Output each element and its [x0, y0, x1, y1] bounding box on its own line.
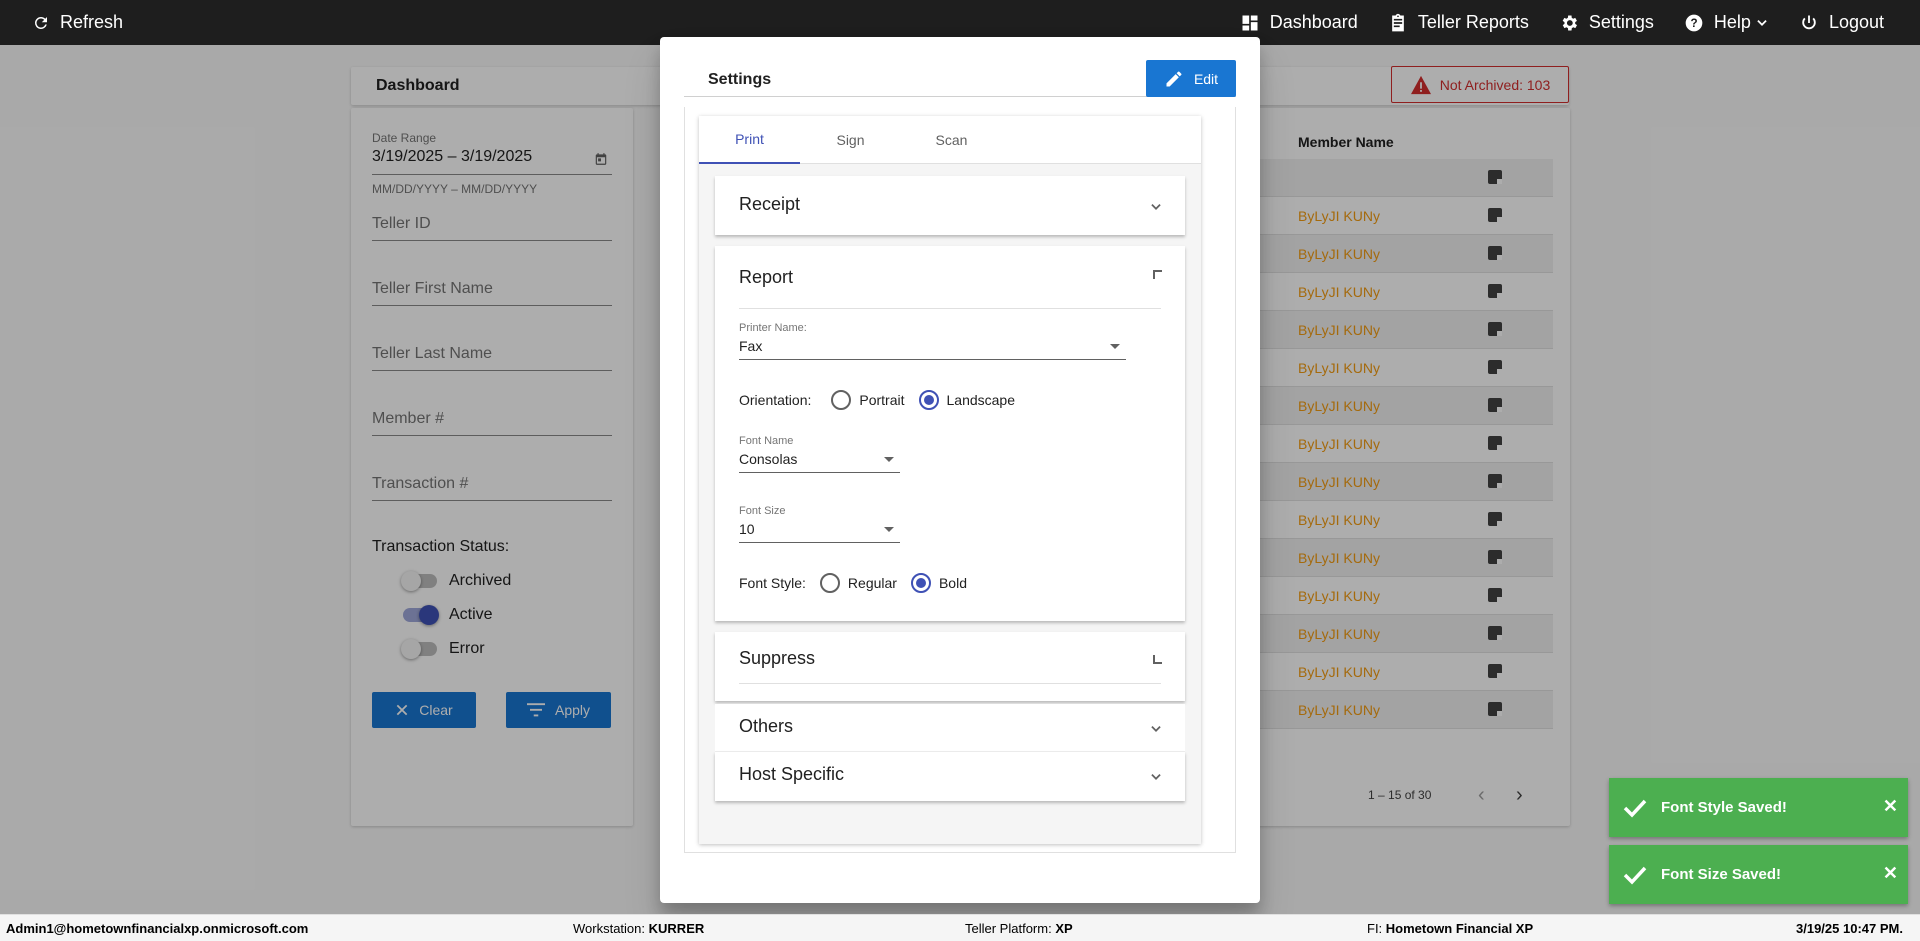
panel-host-specific[interactable]: Host Specific — [715, 752, 1185, 801]
orientation-label: Orientation: — [739, 392, 812, 408]
panel-others-title: Others — [739, 716, 794, 736]
workstation-label: Workstation: — [573, 921, 646, 936]
printer-name-select[interactable]: Fax — [739, 336, 1126, 360]
dropdown-arrow-icon — [1110, 344, 1120, 349]
status-workstation: Workstation: KURRER — [573, 921, 704, 936]
refresh-icon — [34, 16, 47, 29]
toast-message: Font Size Saved! — [1661, 866, 1782, 883]
tab-bar: Print Sign Scan — [699, 116, 1201, 164]
platform-value: XP — [1055, 921, 1073, 936]
toast-font-style-saved: Font Style Saved! ✕ — [1609, 778, 1908, 837]
dialog-title: Settings — [708, 71, 772, 88]
status-platform: Teller Platform: XP — [965, 921, 1073, 936]
toast-font-size-saved: Font Size Saved! ✕ — [1609, 845, 1908, 904]
expand-corner-icon — [1153, 655, 1162, 664]
nav-help-label: Help — [1713, 12, 1751, 32]
nav-logout[interactable]: Logout — [1799, 0, 1884, 45]
font-name-select[interactable]: Consolas — [739, 449, 900, 473]
panel-host-specific-title: Host Specific — [739, 764, 845, 784]
tab-scan[interactable]: Scan — [901, 116, 1002, 164]
font-size-label: Font Size — [739, 505, 786, 517]
check-icon — [1623, 799, 1647, 818]
font-size-select[interactable]: 10 — [739, 519, 900, 543]
edit-button[interactable]: Edit — [1146, 60, 1236, 97]
font-size-value: 10 — [739, 521, 755, 537]
power-icon — [1802, 15, 1816, 29]
clipboard-icon — [1391, 13, 1404, 31]
radio-portrait[interactable] — [831, 390, 852, 410]
chevron-down-icon — [1151, 204, 1161, 210]
radio-bold-label[interactable]: Bold — [939, 575, 967, 591]
panel-report: Report Printer Name: Fax Orientation: Po… — [715, 246, 1185, 621]
panel-suppress[interactable]: Suppress — [715, 632, 1185, 701]
pencil-icon — [1166, 70, 1182, 86]
dashboard-icon — [1242, 15, 1258, 30]
orientation-group: Orientation: Portrait Landscape — [739, 390, 1015, 410]
refresh-button[interactable]: Refresh — [32, 0, 123, 45]
printer-name-value: Fax — [739, 338, 763, 354]
radio-landscape[interactable] — [918, 390, 939, 410]
edit-label: Edit — [1193, 70, 1219, 87]
radio-regular[interactable] — [819, 573, 840, 593]
platform-label: Teller Platform: — [965, 921, 1052, 936]
radio-regular-label[interactable]: Regular — [848, 575, 897, 591]
refresh-label: Refresh — [60, 12, 124, 32]
nav-settings-label: Settings — [1588, 12, 1654, 32]
tab-sign[interactable]: Sign — [800, 116, 901, 164]
nav-logout-label: Logout — [1828, 12, 1884, 32]
font-name-value: Consolas — [739, 451, 798, 467]
font-name-label: Font Name — [739, 435, 794, 447]
radio-portrait-label[interactable]: Portrait — [859, 392, 904, 408]
panel-suppress-title: Suppress — [739, 648, 816, 668]
dropdown-arrow-icon — [884, 457, 894, 462]
status-datetime: 3/19/25 10:47 PM. — [1796, 921, 1903, 936]
panel-others[interactable]: Others — [715, 704, 1185, 752]
chevron-down-icon — [1151, 774, 1161, 780]
chevron-down-icon — [1757, 19, 1767, 26]
dropdown-arrow-icon — [884, 527, 894, 532]
panel-report-title[interactable]: Report — [739, 267, 793, 288]
nav-teller-reports[interactable]: Teller Reports — [1388, 0, 1529, 45]
help-icon: ? — [1685, 14, 1703, 31]
radio-landscape-label[interactable]: Landscape — [947, 392, 1016, 408]
gear-icon — [1562, 15, 1577, 30]
tab-print[interactable]: Print — [699, 116, 800, 164]
collapse-icon[interactable] — [1153, 270, 1163, 280]
fi-label: FI: — [1367, 921, 1383, 936]
svg-text:?: ? — [1690, 17, 1697, 30]
toast-message: Font Style Saved! — [1661, 799, 1787, 816]
workstation-value: KURRER — [648, 921, 705, 936]
font-style-label: Font Style: — [739, 575, 806, 591]
fi-value: Hometown Financial XP — [1385, 921, 1534, 936]
status-fi: FI: Hometown Financial XP — [1367, 921, 1533, 936]
nav-teller-reports-label: Teller Reports — [1417, 12, 1529, 32]
panel-divider — [739, 683, 1161, 684]
nav-dashboard-label: Dashboard — [1269, 12, 1358, 32]
status-user: Admin1@hometownfinancialxp.onmicrosoft.c… — [6, 921, 309, 936]
nav-help[interactable]: ? Help — [1684, 0, 1769, 45]
panel-divider — [739, 308, 1161, 309]
printer-name-label: Printer Name: — [739, 322, 807, 334]
close-icon[interactable]: ✕ — [1883, 796, 1898, 817]
check-icon — [1623, 866, 1647, 885]
font-style-group: Font Style: Regular Bold — [739, 573, 967, 593]
panel-receipt[interactable]: Receipt — [715, 176, 1185, 235]
panel-receipt-title: Receipt — [739, 194, 801, 214]
nav-settings[interactable]: Settings — [1559, 0, 1654, 45]
chevron-down-icon — [1151, 726, 1161, 732]
radio-bold[interactable] — [910, 573, 931, 593]
close-icon[interactable]: ✕ — [1883, 863, 1898, 884]
settings-dialog: Settings Edit Print Sign Scan Receipt Re… — [660, 37, 1260, 903]
status-bar: Admin1@hometownfinancialxp.onmicrosoft.c… — [0, 914, 1920, 941]
settings-tabs-container: Print Sign Scan Receipt Report Printer N… — [699, 116, 1201, 844]
